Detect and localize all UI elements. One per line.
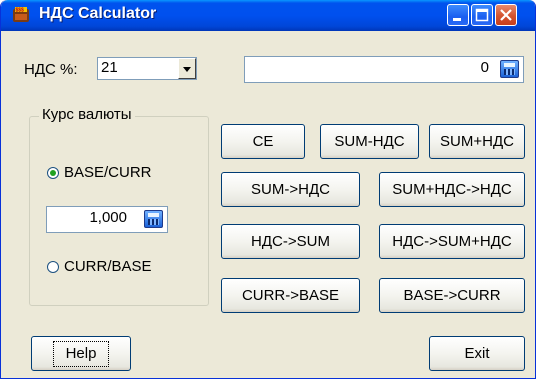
amount-calculator-button[interactable] [500,60,519,78]
rate-value: 1,000 [89,209,127,226]
calculator-icon [148,219,159,225]
sum-plus-vat-button[interactable]: SUM+НДС [429,124,525,159]
ce-button[interactable]: CE [221,124,305,159]
vat-to-sum-button[interactable]: НДС->SUM [221,224,360,259]
sum-plus-vat-to-vat-button[interactable]: SUM+НДС->НДС [379,172,525,207]
app-icon: $$$ [13,7,29,22]
minimize-button[interactable] [447,4,469,26]
amount-field[interactable]: 0 [244,56,524,83]
sum-minus-vat-button[interactable]: SUM-НДС [320,124,419,159]
window-title: НДС Calculator [39,5,157,22]
svg-text:$$$: $$$ [16,8,25,14]
radio-curr-base-label[interactable]: CURR/BASE [64,258,152,276]
vat-percent-value: 21 [101,59,118,76]
sum-to-vat-button[interactable]: SUM->НДС [221,172,360,207]
sum-to-vat-label: SUM->НДС [251,180,330,198]
radio-base-curr[interactable] [47,167,59,179]
vat-percent-select[interactable]: 21 [97,57,197,80]
curr-to-base-label: CURR->BASE [241,286,340,304]
exit-button-label: Exit [464,344,490,362]
maximize-icon [475,8,489,22]
sum-plus-vat-label: SUM+НДС [440,132,514,150]
ce-button-label: CE [252,132,274,150]
vat-to-sum-label: НДС->SUM [251,232,330,250]
radio-base-curr-label[interactable]: BASE/CURR [64,164,152,182]
app-window: $$$ НДС Calculator НДС %: 21 0 Курс валю… [0,0,536,379]
minimize-icon [453,18,461,21]
close-icon [500,9,512,21]
sum-plus-vat-to-vat-label: SUM+НДС->НДС [392,180,512,198]
vat-to-sum-plus-vat-label: НДС->SUM+НДС [392,232,512,250]
vat-percent-label: НДС %: [24,61,78,78]
chevron-down-icon[interactable] [178,58,196,79]
exit-button[interactable]: Exit [429,336,525,371]
currency-rate-group-title: Курс валюты [39,106,135,124]
radio-curr-base[interactable] [47,261,59,273]
sum-minus-vat-label: SUM-НДС [334,132,405,150]
help-button[interactable]: Help [31,336,131,371]
base-to-curr-label: BASE->CURR [403,286,501,304]
rate-field[interactable]: 1,000 [46,206,168,233]
rate-calculator-button[interactable] [144,210,163,228]
maximize-button[interactable] [471,4,493,26]
base-to-curr-button[interactable]: BASE->CURR [379,278,525,313]
vat-to-sum-plus-vat-button[interactable]: НДС->SUM+НДС [379,224,525,259]
title-bar[interactable]: $$$ НДС Calculator [1,0,535,31]
calculator-icon [504,69,515,75]
curr-to-base-button[interactable]: CURR->BASE [221,278,360,313]
close-button[interactable] [495,4,517,26]
amount-value: 0 [480,59,489,76]
help-button-label: Help [52,340,110,367]
